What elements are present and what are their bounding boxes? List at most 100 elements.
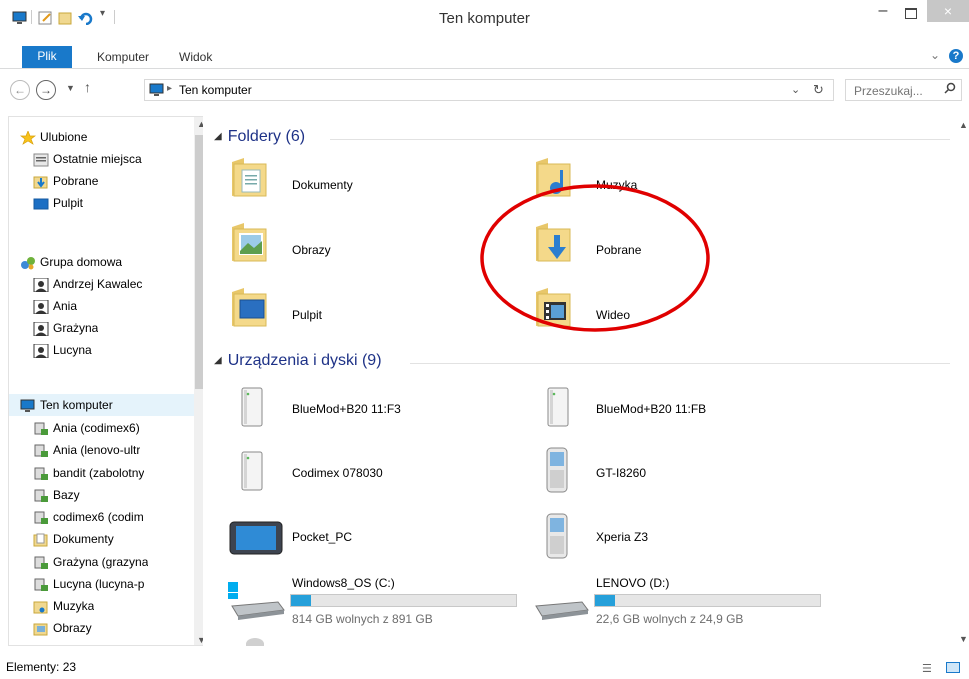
drive-label[interactable]: Windows8_OS (C:) bbox=[292, 576, 395, 590]
homegroup-icon bbox=[20, 255, 36, 270]
nav-item-user[interactable]: Grażyna bbox=[33, 317, 98, 339]
tab-plik[interactable]: Plik bbox=[22, 46, 72, 68]
scroll-up-icon[interactable]: ▲ bbox=[959, 120, 968, 130]
details-view-icon[interactable]: ☰ bbox=[922, 662, 932, 675]
device-label[interactable]: Pocket_PC bbox=[292, 530, 352, 544]
device-label[interactable]: Codimex 078030 bbox=[292, 466, 383, 480]
nav-item-pictures[interactable]: Obrazy bbox=[33, 617, 92, 639]
folder-label[interactable]: Dokumenty bbox=[292, 178, 353, 192]
phone-icon[interactable] bbox=[542, 446, 572, 497]
title-bar: ▾ Ten komputer – × bbox=[0, 0, 969, 36]
nav-item-network-share[interactable]: Bazy bbox=[33, 484, 80, 506]
user-icon bbox=[33, 277, 49, 293]
maximize-button[interactable] bbox=[898, 4, 924, 24]
close-button[interactable]: × bbox=[927, 0, 969, 22]
breadcrumb[interactable]: Ten komputer bbox=[179, 83, 252, 97]
address-dropdown-icon[interactable]: ⌄ bbox=[791, 83, 800, 96]
partial-item-icon bbox=[246, 638, 264, 646]
user-icon bbox=[33, 321, 49, 337]
minimize-button[interactable]: – bbox=[870, 3, 896, 24]
device-tower-icon[interactable] bbox=[238, 450, 266, 495]
group-divider bbox=[410, 363, 950, 364]
nav-item-user[interactable]: Andrzej Kawalec bbox=[33, 273, 142, 295]
nav-item-favorites[interactable]: Ulubione bbox=[20, 126, 87, 148]
pictures-icon bbox=[33, 621, 49, 636]
nav-scrollbar-thumb[interactable] bbox=[195, 135, 203, 389]
nav-item-music[interactable]: Muzyka bbox=[33, 595, 94, 617]
system-drive-icon[interactable] bbox=[226, 578, 286, 625]
annotation-ellipse bbox=[480, 184, 710, 332]
nav-item-network-share[interactable]: codimex6 (codim bbox=[33, 506, 144, 528]
back-button[interactable]: ← bbox=[10, 80, 30, 100]
search-input[interactable] bbox=[852, 83, 944, 99]
desktop-icon bbox=[33, 196, 49, 210]
nav-item-documents[interactable]: Dokumenty bbox=[33, 528, 114, 550]
drive-label[interactable]: LENOVO (D:) bbox=[596, 576, 669, 590]
network-drive-icon bbox=[33, 555, 49, 569]
music-icon bbox=[33, 599, 49, 614]
scroll-down-icon[interactable]: ▼ bbox=[959, 634, 968, 644]
folder-label[interactable]: Obrazy bbox=[292, 243, 331, 257]
folder-pictures-icon[interactable] bbox=[230, 221, 268, 266]
search-icon[interactable] bbox=[944, 82, 956, 97]
group-header-devices[interactable]: ◢ Urządzenia i dyski (9) bbox=[214, 352, 382, 370]
nav-item-homegroup[interactable]: Grupa domowa bbox=[20, 251, 122, 273]
maximize-icon bbox=[905, 8, 917, 19]
star-icon bbox=[20, 129, 37, 145]
expand-ribbon-icon[interactable]: ⌄ bbox=[930, 48, 940, 62]
nav-item-desktop[interactable]: Pulpit bbox=[33, 192, 83, 214]
nav-item-user[interactable]: Lucyna bbox=[33, 339, 92, 361]
group-header-folders[interactable]: ◢ Foldery (6) bbox=[214, 128, 305, 146]
nav-item-network-share[interactable]: Ania (lenovo-ultr bbox=[33, 439, 140, 461]
phone-icon[interactable] bbox=[542, 512, 572, 563]
downloads-icon bbox=[33, 174, 49, 189]
up-button[interactable]: ↑ bbox=[84, 79, 91, 95]
search-box[interactable] bbox=[845, 79, 962, 101]
navigation-bar: ← → ▼ ↑ ▸ Ten komputer ⌄ ↻ bbox=[0, 70, 969, 112]
nav-item-downloads[interactable]: Pobrane bbox=[33, 170, 98, 192]
documents-icon bbox=[33, 532, 49, 547]
drive-free-space: 814 GB wolnych z 891 GB bbox=[292, 612, 433, 626]
device-label[interactable]: Xperia Z3 bbox=[596, 530, 648, 544]
device-tower-icon[interactable] bbox=[238, 386, 266, 431]
tab-widok[interactable]: Widok bbox=[179, 50, 212, 64]
scroll-down-icon[interactable]: ▼ bbox=[197, 635, 203, 645]
nav-item-network-share[interactable]: Lucyna (lucyna-p bbox=[33, 573, 144, 595]
device-label[interactable]: BlueMod+B20 11:FB bbox=[596, 402, 706, 416]
nav-item-network-share[interactable]: Grażyna (grazyna bbox=[33, 551, 148, 573]
window-title: Ten komputer bbox=[439, 10, 530, 27]
tab-komputer[interactable]: Komputer bbox=[97, 50, 149, 64]
device-tower-icon[interactable] bbox=[544, 386, 572, 431]
folder-documents-icon[interactable] bbox=[230, 156, 268, 201]
help-icon[interactable]: ? bbox=[949, 49, 963, 63]
drive-usage-bar bbox=[594, 594, 821, 607]
drive-usage-fill bbox=[595, 595, 616, 606]
nav-item-network-share[interactable]: Ania (codimex6) bbox=[33, 417, 140, 439]
drive-icon[interactable] bbox=[530, 578, 590, 625]
nav-item-recent[interactable]: Ostatnie miejsca bbox=[33, 148, 142, 170]
group-divider bbox=[330, 139, 950, 140]
network-drive-icon bbox=[33, 443, 49, 457]
navigation-pane: Ulubione Ostatnie miejsca Pobrane Pulpit… bbox=[8, 116, 203, 646]
scroll-up-icon[interactable]: ▲ bbox=[197, 119, 203, 129]
network-drive-icon bbox=[33, 466, 49, 480]
drive-free-space: 22,6 GB wolnych z 24,9 GB bbox=[596, 612, 744, 626]
nav-item-this-pc[interactable]: Ten komputer bbox=[20, 394, 113, 416]
device-label[interactable]: GT-I8260 bbox=[596, 466, 646, 480]
item-count: Elementy: 23 bbox=[6, 660, 77, 674]
recent-locations-icon[interactable]: ▼ bbox=[66, 83, 75, 93]
breadcrumb-arrow-icon[interactable]: ▸ bbox=[167, 83, 172, 94]
user-icon bbox=[33, 299, 49, 315]
refresh-icon[interactable]: ↻ bbox=[813, 82, 824, 98]
nav-item-user[interactable]: Ania bbox=[33, 295, 77, 317]
pocket-pc-icon[interactable] bbox=[228, 516, 284, 561]
nav-item-network-share[interactable]: bandit (zabolotny bbox=[33, 462, 144, 484]
forward-button[interactable]: → bbox=[36, 80, 56, 100]
network-drive-icon bbox=[33, 577, 49, 591]
address-bar[interactable]: ▸ Ten komputer ⌄ ↻ bbox=[144, 79, 834, 101]
folder-desktop-icon[interactable] bbox=[230, 286, 268, 331]
device-label[interactable]: BlueMod+B20 11:F3 bbox=[292, 402, 401, 416]
tiles-view-icon[interactable] bbox=[946, 662, 960, 673]
network-drive-icon bbox=[33, 421, 49, 435]
folder-label[interactable]: Pulpit bbox=[292, 308, 322, 322]
